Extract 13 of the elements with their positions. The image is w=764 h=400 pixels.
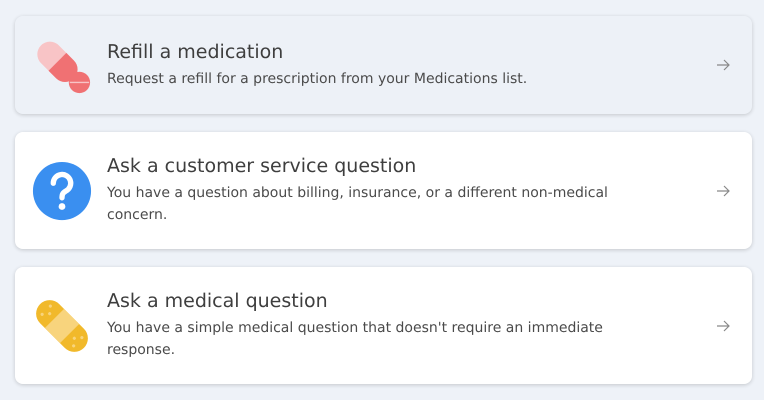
arrow-right-icon [716, 59, 730, 71]
option-title: Refill a medication [107, 40, 284, 62]
option-description: You have a question about billing, insurance, or a different non-medical concern. [107, 184, 609, 225]
option-title: Ask a customer service question [107, 155, 418, 177]
option-description: You have a simple medical question that doesn't require an immediate response. [107, 319, 604, 360]
option-description: Request a refill for a prescription from your Medications list. [107, 70, 528, 88]
option-card[interactable]: Ask a medical question You have a simple medical question that doesn't require an immediate response. [15, 267, 752, 384]
option-card[interactable]: Ask a customer service question You have a question about billing, insurance, or a different non-medical concern. [15, 132, 752, 249]
arrow-right-icon [716, 184, 730, 196]
option-title: Ask a medical question [107, 290, 329, 312]
option-card[interactable]: Refill a medication Request a refill for a prescription from your Medications list. [15, 16, 752, 114]
arrow-right-icon [716, 320, 730, 332]
help-icon [31, 160, 93, 222]
